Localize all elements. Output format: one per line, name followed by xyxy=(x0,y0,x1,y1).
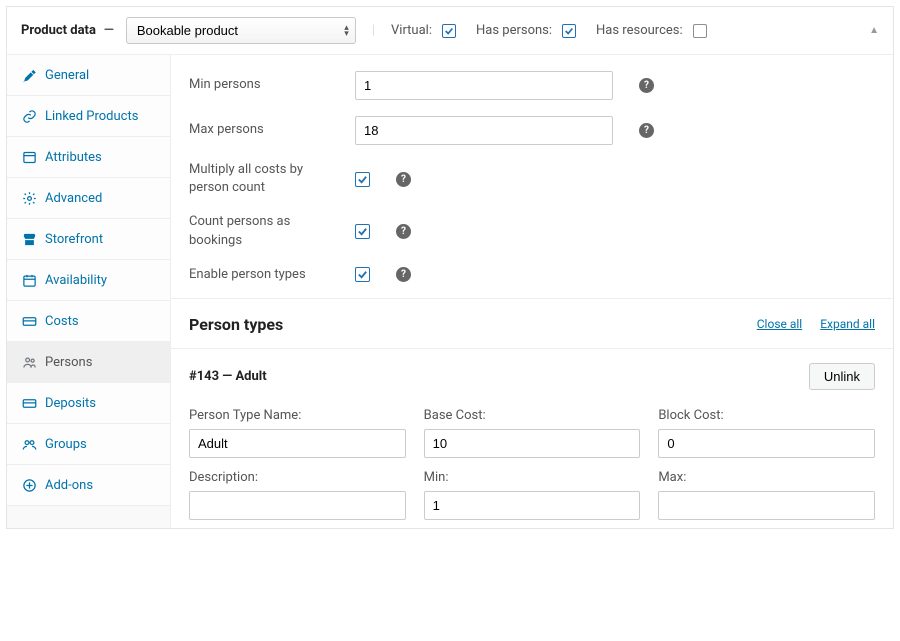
block-cost-input[interactable] xyxy=(658,429,875,458)
calendar-icon xyxy=(21,272,37,288)
collapse-toggle-icon[interactable]: ▲ xyxy=(869,25,879,36)
panel-title: Product data xyxy=(21,23,96,38)
multiply-row: Multiply all costs by person count ? xyxy=(171,153,893,205)
product-type-select[interactable]: Bookable product xyxy=(126,17,356,44)
min-persons-label: Min persons xyxy=(189,76,337,94)
person-type-grid: Person Type Name: Base Cost: Block Cost:… xyxy=(189,408,875,520)
tab-availability[interactable]: Availability xyxy=(7,260,170,301)
base-cost-cell: Base Cost: xyxy=(424,408,641,458)
max-input[interactable] xyxy=(658,491,875,520)
persons-fields: Min persons ? Max persons ? Multiply all… xyxy=(171,55,893,298)
tab-label: Deposits xyxy=(45,396,96,411)
min-label: Min: xyxy=(424,470,641,485)
tab-costs[interactable]: Costs xyxy=(7,301,170,342)
unlink-button[interactable]: Unlink xyxy=(809,363,875,390)
person-type-title: #143 — Adult xyxy=(189,369,267,384)
tab-advanced[interactable]: Advanced xyxy=(7,178,170,219)
description-cell: Description: xyxy=(189,470,406,520)
count-checkbox[interactable] xyxy=(355,224,370,239)
content: Min persons ? Max persons ? Multiply all… xyxy=(171,55,893,528)
panel-body: General Linked Products Attributes Advan… xyxy=(7,55,893,528)
base-cost-label: Base Cost: xyxy=(424,408,641,423)
card-icon xyxy=(21,395,37,411)
tab-label: Availability xyxy=(45,273,107,288)
has-persons-label: Has persons: xyxy=(476,23,552,38)
product-data-panel: Product data — Bookable product ▴▾ | Vir… xyxy=(6,6,894,529)
tab-label: Add-ons xyxy=(45,478,93,493)
name-cell: Person Type Name: xyxy=(189,408,406,458)
description-label: Description: xyxy=(189,470,406,485)
has-resources-label: Has resources: xyxy=(596,23,683,38)
tab-label: Groups xyxy=(45,437,87,452)
tab-label: Persons xyxy=(45,355,92,370)
tab-add-ons[interactable]: Add-ons xyxy=(7,465,170,506)
help-icon[interactable]: ? xyxy=(396,224,411,239)
tab-label: Linked Products xyxy=(45,109,138,124)
title-dash: — xyxy=(104,23,114,38)
persons-icon xyxy=(21,354,37,370)
min-persons-row: Min persons ? xyxy=(171,63,893,108)
expand-all-link[interactable]: Expand all xyxy=(820,317,875,331)
tab-label: General xyxy=(45,68,89,83)
enable-types-checkbox[interactable] xyxy=(355,267,370,282)
max-cell: Max: xyxy=(658,470,875,520)
tab-persons[interactable]: Persons xyxy=(7,342,170,383)
group-icon xyxy=(21,436,37,452)
tab-groups[interactable]: Groups xyxy=(7,424,170,465)
tab-label: Storefront xyxy=(45,232,103,247)
multiply-label: Multiply all costs by person count xyxy=(189,161,337,197)
name-label: Person Type Name: xyxy=(189,408,406,423)
max-persons-label: Max persons xyxy=(189,121,337,139)
min-cell: Min: xyxy=(424,470,641,520)
tab-attributes[interactable]: Attributes xyxy=(7,137,170,178)
virtual-checkbox[interactable] xyxy=(442,24,456,38)
person-types-header: Person types Close all Expand all xyxy=(171,299,893,348)
card-icon xyxy=(21,313,37,329)
name-input[interactable] xyxy=(189,429,406,458)
help-icon[interactable]: ? xyxy=(396,267,411,282)
plus-circle-icon xyxy=(21,477,37,493)
help-icon[interactable]: ? xyxy=(639,78,654,93)
product-type-select-wrap: Bookable product ▴▾ xyxy=(126,17,356,44)
max-persons-input[interactable] xyxy=(355,116,613,145)
tab-label: Attributes xyxy=(45,150,102,165)
close-all-link[interactable]: Close all xyxy=(757,317,802,331)
virtual-label: Virtual: xyxy=(391,23,432,38)
person-type-item-head: #143 — Adult Unlink xyxy=(189,363,875,390)
person-types-heading: Person types xyxy=(189,315,283,334)
store-icon xyxy=(21,231,37,247)
description-input[interactable] xyxy=(189,491,406,520)
enable-types-label: Enable person types xyxy=(189,266,337,284)
help-icon[interactable]: ? xyxy=(396,172,411,187)
gear-icon xyxy=(21,190,37,206)
tab-deposits[interactable]: Deposits xyxy=(7,383,170,424)
sidebar: General Linked Products Attributes Advan… xyxy=(7,55,171,528)
has-persons-checkbox[interactable] xyxy=(562,24,576,38)
count-row: Count persons as bookings ? xyxy=(171,205,893,257)
has-resources-checkbox[interactable] xyxy=(693,24,707,38)
base-cost-input[interactable] xyxy=(424,429,641,458)
separator: | xyxy=(372,23,375,38)
count-label: Count persons as bookings xyxy=(189,213,337,249)
max-label: Max: xyxy=(658,470,875,485)
person-type-item: #143 — Adult Unlink Person Type Name: Ba… xyxy=(171,348,893,528)
tab-storefront[interactable]: Storefront xyxy=(7,219,170,260)
max-persons-row: Max persons ? xyxy=(171,108,893,153)
panel-header: Product data — Bookable product ▴▾ | Vir… xyxy=(7,7,893,55)
person-types-links: Close all Expand all xyxy=(757,317,875,331)
link-icon xyxy=(21,108,37,124)
tab-linked-products[interactable]: Linked Products xyxy=(7,96,170,137)
wrench-icon xyxy=(21,67,37,83)
list-icon xyxy=(21,149,37,165)
tab-label: Costs xyxy=(45,314,79,329)
tab-label: Advanced xyxy=(45,191,102,206)
tab-general[interactable]: General xyxy=(7,55,170,96)
help-icon[interactable]: ? xyxy=(639,123,654,138)
min-input[interactable] xyxy=(424,491,641,520)
enable-types-row: Enable person types ? xyxy=(171,258,893,292)
min-persons-input[interactable] xyxy=(355,71,613,100)
block-cost-cell: Block Cost: xyxy=(658,408,875,458)
block-cost-label: Block Cost: xyxy=(658,408,875,423)
multiply-checkbox[interactable] xyxy=(355,172,370,187)
